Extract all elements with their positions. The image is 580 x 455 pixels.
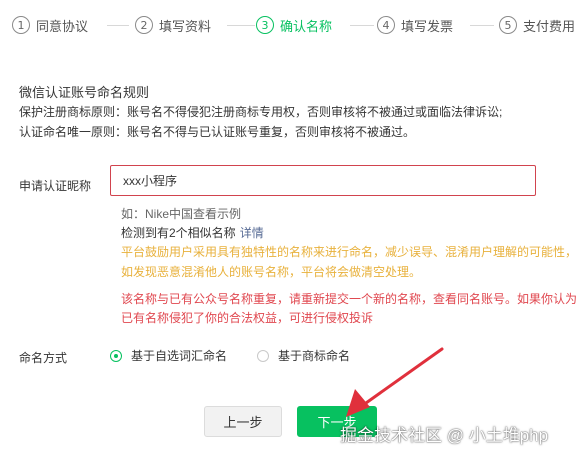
similar-names-text: 检测到有2个相似名称	[121, 226, 236, 240]
radio-custom-vocabulary[interactable]: 基于自选词汇命名	[110, 347, 227, 364]
similar-names-hint: 检测到有2个相似名称 详情	[121, 224, 264, 241]
step-number: 4	[377, 16, 395, 34]
step-5: 5 支付费用	[499, 12, 575, 38]
radio-checked-icon	[110, 349, 122, 362]
radio-unchecked-icon	[257, 349, 269, 362]
name-label: 申请认证昵称	[19, 179, 92, 193]
step-progress-bar: 1 同意协议 2 填写资料 3 确认名称 4 填写发票 5 支付费用	[12, 12, 575, 38]
radio-trademark[interactable]: 基于商标命名	[257, 347, 350, 364]
step-3: 3 确认名称	[256, 12, 332, 38]
previous-step-button[interactable]: 上一步	[204, 406, 282, 437]
step-number: 5	[499, 16, 517, 34]
step-number: 3	[256, 16, 274, 34]
similar-names-detail-link[interactable]: 详情	[240, 226, 264, 240]
radio-label: 基于商标命名	[278, 349, 351, 363]
name-input[interactable]	[110, 165, 536, 196]
step-2: 2 填写资料	[135, 12, 211, 38]
rules-title: 微信认证账号命名规则	[19, 85, 150, 100]
step-divider	[227, 25, 255, 26]
step-number: 2	[135, 16, 153, 34]
duplicate-name-error-line-2: 已有名称侵犯了你的合法权益，可进行侵权投诉	[121, 311, 374, 325]
step-label: 确认名称	[280, 18, 333, 34]
step-label: 同意协议	[36, 18, 89, 34]
step-divider	[470, 25, 494, 26]
step-label: 填写发票	[401, 18, 454, 34]
step-1: 1 同意协议	[12, 12, 88, 38]
red-arrow-annotation-icon	[346, 347, 444, 417]
example-hint: 如：Nike中国查看示例	[121, 207, 242, 221]
rule-trademark: 保护注册商标原则：账号名不得侵犯注册商标专用权，否则审核将不被通过或面临法律诉讼…	[19, 105, 503, 119]
naming-warning-line-1: 平台鼓励用户采用具有独特性的名称来进行命名，减少误导、混淆用户理解的可能性，	[121, 245, 578, 259]
naming-warning-line-2: 如发现恶意混淆他人的账号名称，平台将会做清空处理。	[121, 265, 422, 279]
step-label: 支付费用	[523, 18, 576, 34]
rule-unique-name: 认证命名唯一原则：账号名不得与已认证账号重复，否则审核将不被通过。	[19, 125, 416, 139]
step-divider	[107, 25, 129, 26]
radio-label: 基于自选词汇命名	[131, 349, 228, 363]
watermark: 掘金技术社区 @ 小土堆php	[340, 426, 549, 445]
step-number: 1	[12, 16, 30, 34]
duplicate-name-error-line-1: 该名称与已有公众号名称重复，请重新提交一个新的名称，查看同名账号。如果你认为	[121, 292, 578, 306]
naming-method-label: 命名方式	[19, 351, 68, 365]
step-label: 填写资料	[159, 18, 212, 34]
step-4: 4 填写发票	[377, 12, 453, 38]
step-divider	[350, 25, 374, 26]
